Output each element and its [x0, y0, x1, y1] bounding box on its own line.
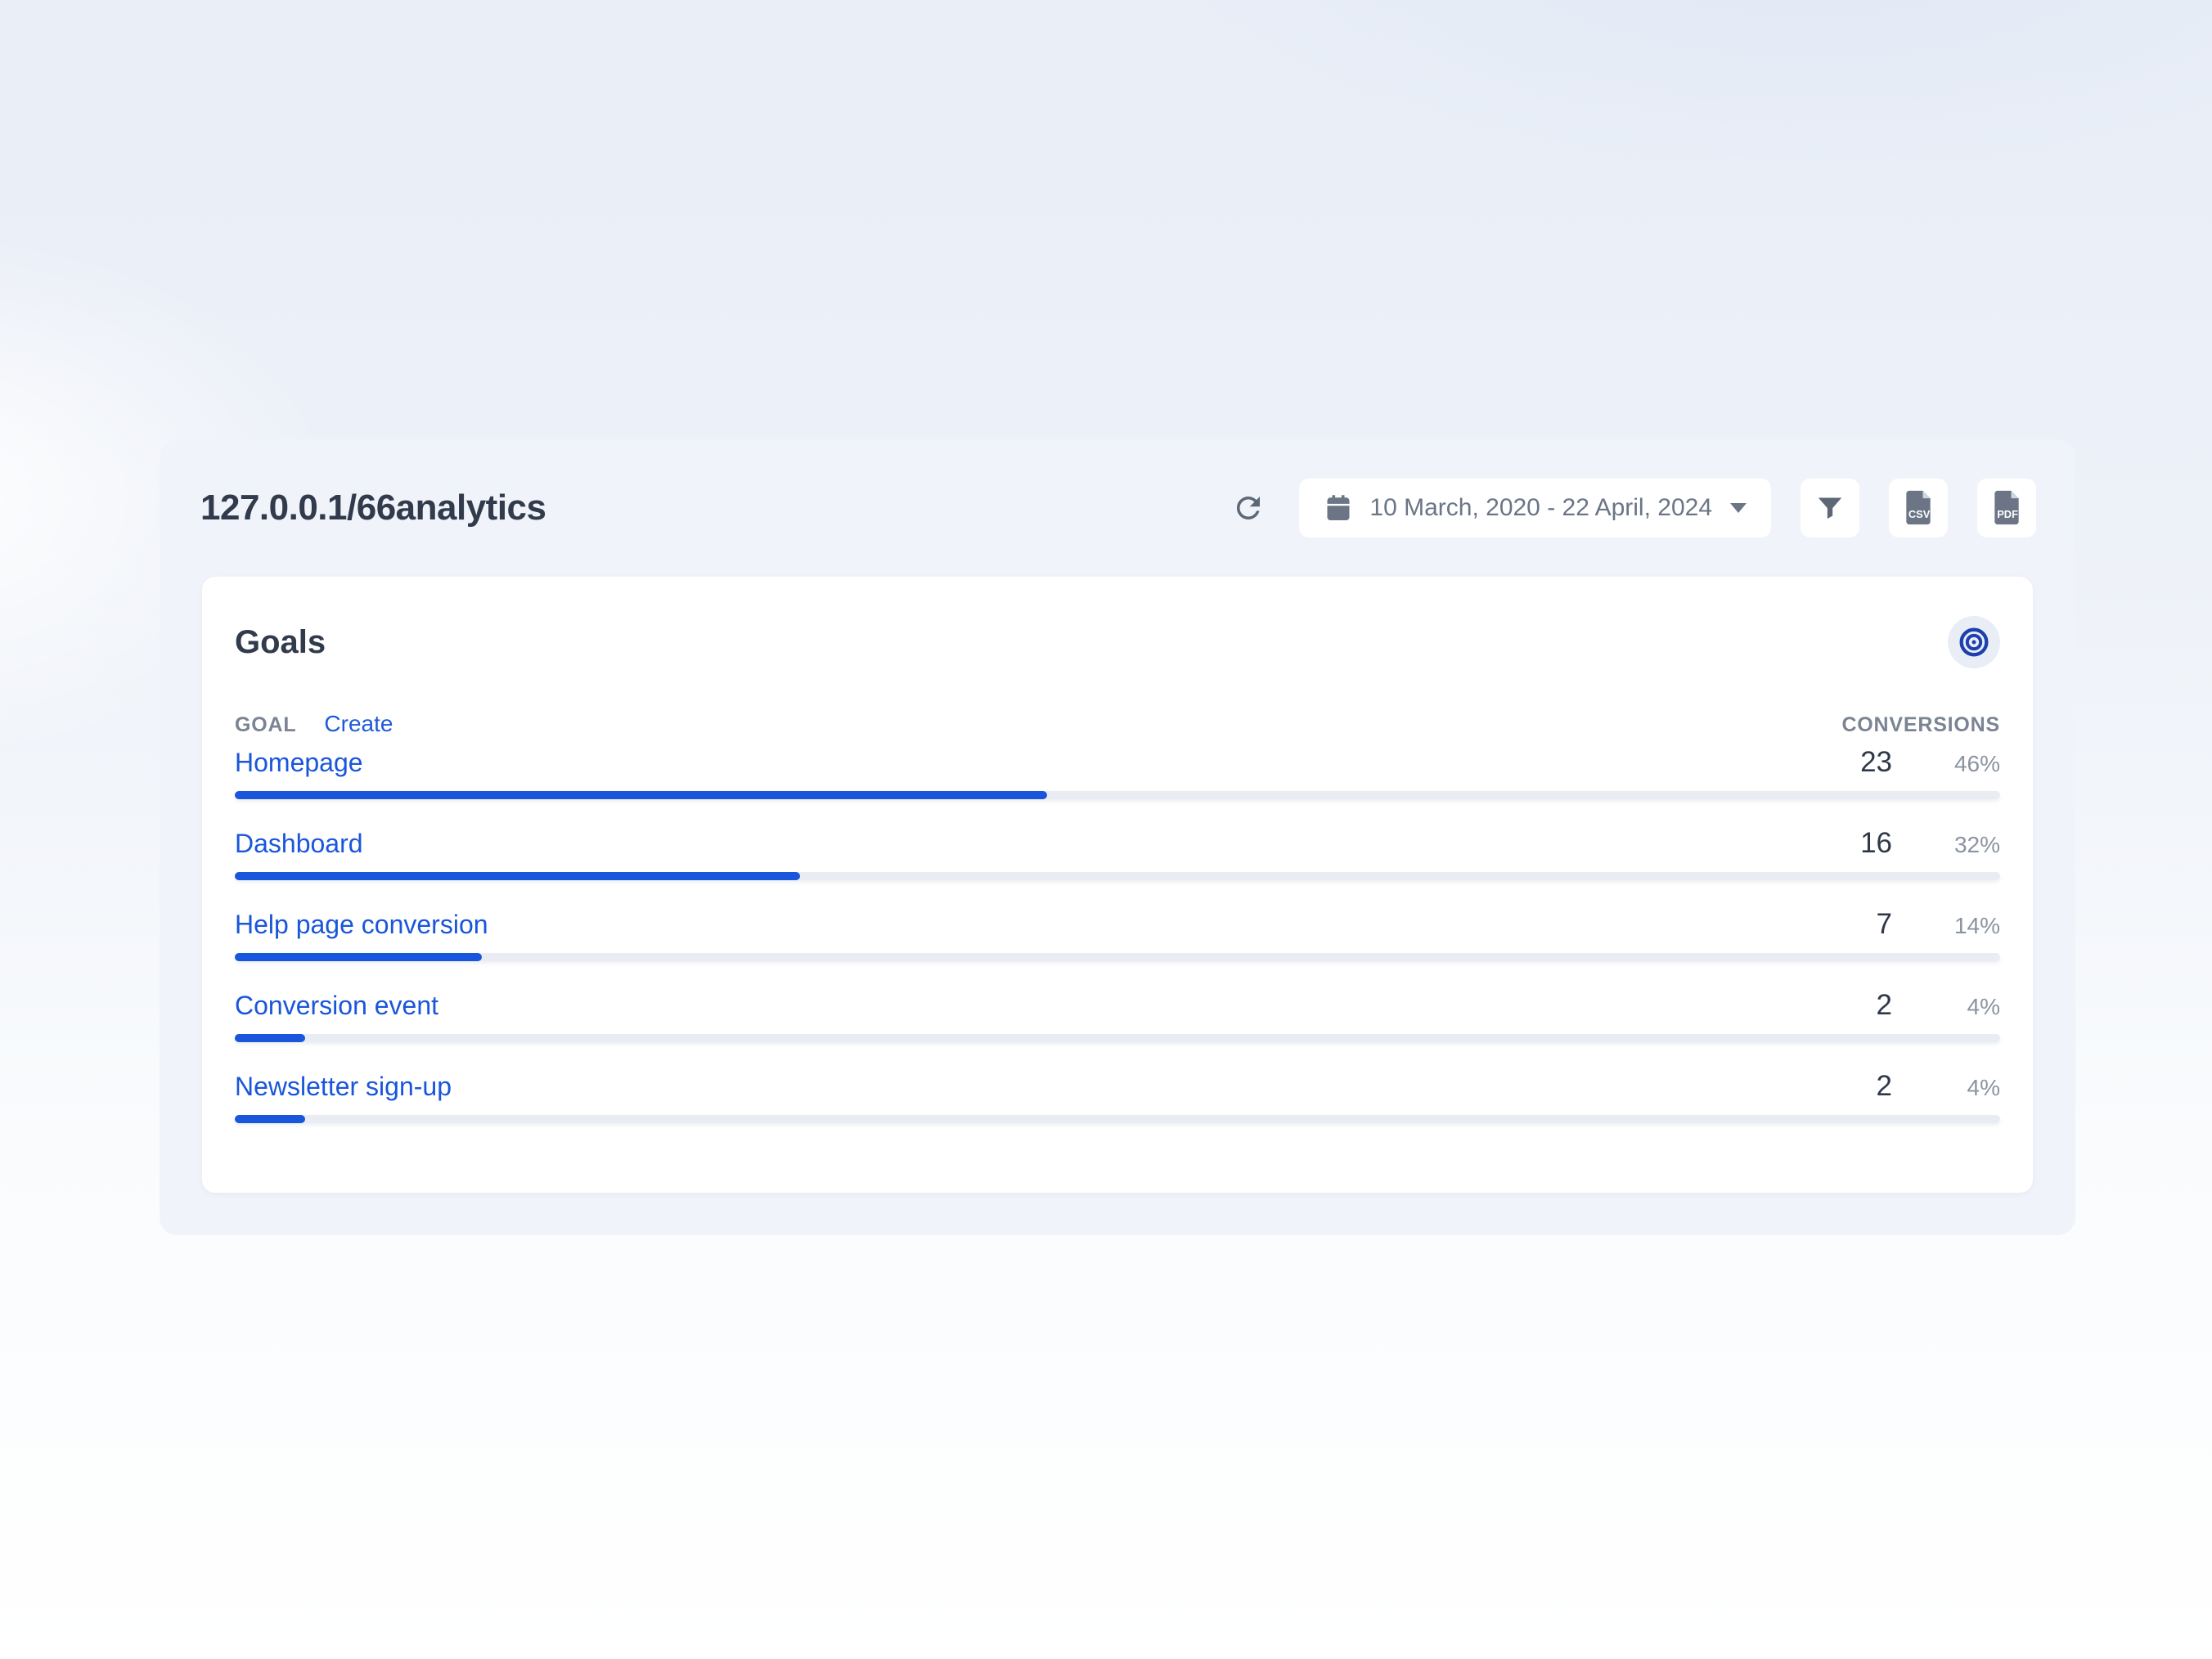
goal-progress-track: [235, 791, 2000, 799]
goal-row: Help page conversion 7 14%: [235, 907, 2000, 961]
goal-progress-track: [235, 1034, 2000, 1042]
goal-row-top: Conversion event 2 4%: [235, 988, 2000, 1023]
create-goal-link[interactable]: Create: [324, 711, 393, 737]
goal-row: Newsletter sign-up 2 4%: [235, 1069, 2000, 1123]
goals-table-header: GOAL Create CONVERSIONS: [235, 711, 2000, 735]
goals-list: Homepage 23 46% Dashboard 16 32% Help pa…: [235, 745, 2000, 1123]
refresh-button[interactable]: [1227, 487, 1270, 529]
filter-button[interactable]: [1801, 479, 1859, 537]
goal-values: 23 46%: [1827, 746, 2000, 779]
card-title: Goals: [235, 624, 326, 661]
goal-link[interactable]: Homepage: [235, 748, 363, 778]
goal-row: Dashboard 16 32%: [235, 826, 2000, 880]
file-csv-icon: CSV: [1900, 488, 1936, 528]
goal-link[interactable]: Help page conversion: [235, 910, 488, 940]
goal-link[interactable]: Newsletter sign-up: [235, 1072, 452, 1102]
goal-link[interactable]: Dashboard: [235, 829, 363, 859]
goal-row-top: Homepage 23 46%: [235, 745, 2000, 780]
goal-progress-fill: [235, 953, 482, 961]
goal-progress-fill: [235, 1115, 305, 1123]
goals-target-button[interactable]: [1948, 616, 2000, 668]
goal-progress-track: [235, 1115, 2000, 1123]
goal-values: 2 4%: [1827, 1070, 2000, 1103]
refresh-icon: [1231, 491, 1266, 525]
conversions-column-header: CONVERSIONS: [1841, 713, 2000, 737]
goal-row: Homepage 23 46%: [235, 745, 2000, 799]
goal-progress-fill: [235, 1034, 305, 1042]
goal-progress-track: [235, 872, 2000, 880]
export-csv-button[interactable]: CSV: [1889, 479, 1948, 537]
chevron-down-icon: [1730, 503, 1747, 513]
export-pdf-button[interactable]: PDF: [1977, 479, 2036, 537]
goal-count: 2: [1827, 1070, 1892, 1103]
target-bullseye-icon: [1958, 626, 1990, 659]
date-range-picker[interactable]: 10 March, 2020 - 22 April, 2024: [1299, 479, 1771, 537]
file-pdf-icon: PDF: [1989, 488, 2025, 528]
goal-row-top: Dashboard 16 32%: [235, 826, 2000, 861]
goal-count: 16: [1827, 827, 1892, 860]
goal-count: 23: [1827, 746, 1892, 779]
goal-count: 2: [1827, 989, 1892, 1022]
goal-progress-fill: [235, 791, 1047, 799]
goal-column-group: GOAL Create: [235, 711, 393, 737]
analytics-panel: 127.0.0.1/66analytics 10 Mar: [160, 439, 2075, 1235]
page-background: 127.0.0.1/66analytics 10 Mar: [0, 0, 2212, 1659]
goal-percent: 4%: [1892, 994, 2000, 1020]
date-range-label: 10 March, 2020 - 22 April, 2024: [1369, 494, 1712, 522]
goal-row-top: Help page conversion 7 14%: [235, 907, 2000, 942]
goal-count: 7: [1827, 908, 1892, 941]
goals-card-header: Goals: [235, 616, 2000, 668]
goal-values: 16 32%: [1827, 827, 2000, 860]
calendar-icon: [1324, 493, 1353, 523]
goal-percent: 32%: [1892, 832, 2000, 858]
panel-header: 127.0.0.1/66analytics 10 Mar: [160, 439, 2075, 577]
toolbar: 10 March, 2020 - 22 April, 2024: [1227, 479, 2036, 537]
goal-values: 7 14%: [1827, 908, 2000, 941]
goal-values: 2 4%: [1827, 989, 2000, 1022]
goal-row: Conversion event 2 4%: [235, 988, 2000, 1042]
goal-progress-fill: [235, 872, 800, 880]
goals-card: Goals GOAL Create CONVERSION: [202, 577, 2033, 1193]
goal-row-top: Newsletter sign-up 2 4%: [235, 1069, 2000, 1104]
page-title: 127.0.0.1/66analytics: [200, 488, 546, 528]
csv-icon-label: CSV: [1909, 508, 1931, 520]
pdf-icon-label: PDF: [1997, 508, 2018, 520]
goal-progress-track: [235, 953, 2000, 961]
filter-funnel-icon: [1814, 492, 1846, 524]
goal-column-header: GOAL: [235, 713, 296, 737]
goal-percent: 4%: [1892, 1075, 2000, 1101]
goal-percent: 14%: [1892, 913, 2000, 939]
goal-percent: 46%: [1892, 751, 2000, 777]
goal-link[interactable]: Conversion event: [235, 991, 438, 1021]
